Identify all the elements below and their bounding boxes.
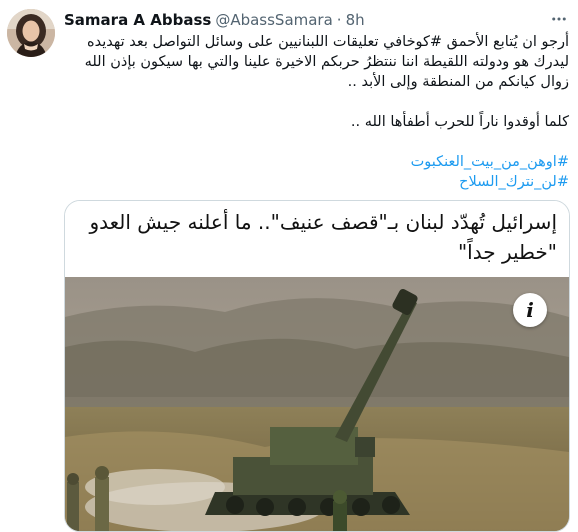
link-preview-card[interactable]: إسرائيل تُهدّد لبنان بـ"قصف عنيف".. ما أ… (64, 200, 570, 532)
tweet-container[interactable]: Samara A Abbass @AbassSamara · 8h أرجو ا… (0, 0, 578, 532)
hashtag-list: #اوهن_من_بيت_العنكبوت #لن_نترك_السلاح (64, 152, 569, 192)
card-photo (65, 277, 569, 531)
tweet-text-line: زوال كيانكم من المنطقة وإلى الأبد .. (347, 74, 569, 90)
info-icon[interactable]: i (513, 293, 547, 327)
author-handle[interactable]: @AbassSamara (215, 11, 332, 29)
tweet-text-line: أرجو ان يُتابع الأحمق #كوخافي تعليقات ال… (87, 34, 569, 50)
card-headline-line: إسرائيل تُهدّد لبنان بـ"قصف عنيف".. ما أ… (89, 210, 557, 234)
more-options-button[interactable] (546, 6, 572, 32)
tweet-text-paragraph: كلما أوقدوا ناراً للحرب أطفأها الله .. (350, 114, 569, 130)
hashtag-link[interactable]: #لن_نترك_السلاح (64, 172, 569, 192)
author-name[interactable]: Samara A Abbass (64, 11, 211, 29)
avatar[interactable] (7, 9, 55, 57)
tweet-text-line: ليدرك هو ودولته اللقيطة اننا ننتظرُ حربك… (84, 54, 569, 70)
ellipsis-icon (552, 17, 566, 21)
tweet-text: أرجو ان يُتابع الأحمق #كوخافي تعليقات ال… (64, 32, 569, 92)
tweet-header: Samara A Abbass @AbassSamara · 8h (64, 10, 365, 30)
tweet-timestamp[interactable]: 8h (346, 11, 365, 29)
hashtag-link[interactable]: #اوهن_من_بيت_العنكبوت (64, 152, 569, 172)
separator-dot: · (336, 11, 342, 29)
card-headline: إسرائيل تُهدّد لبنان بـ"قصف عنيف".. ما أ… (65, 201, 569, 277)
avatar-image (7, 9, 55, 57)
card-headline-line: "خطير جداً" (457, 240, 557, 264)
